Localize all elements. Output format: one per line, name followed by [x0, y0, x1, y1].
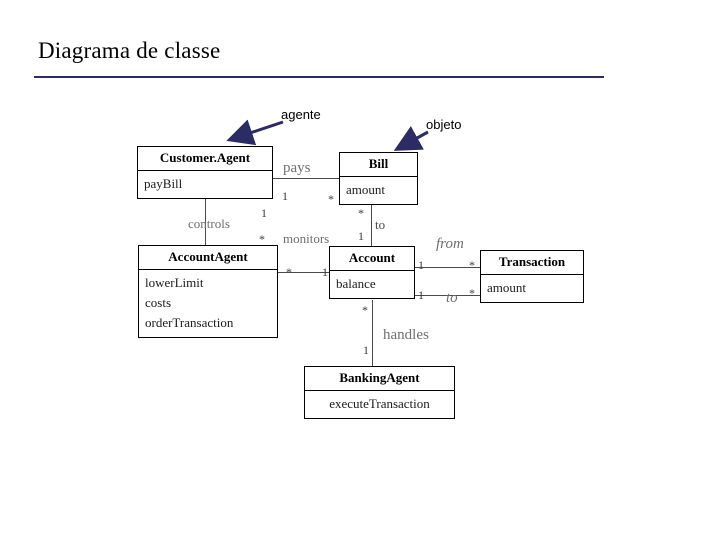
class-name-account-agent: AccountAgent	[139, 246, 277, 270]
mult-monitors-left: *	[286, 265, 292, 279]
assoc-label-controls: controls	[188, 216, 230, 231]
class-member: balance	[336, 276, 376, 291]
mult-from-right: *	[469, 258, 475, 272]
class-members-account: balance	[330, 271, 414, 298]
class-name-banking-agent: BankingAgent	[305, 367, 454, 391]
class-members-transaction: amount	[481, 275, 583, 302]
annotation-agente: agente	[281, 107, 321, 122]
class-box-account[interactable]: Account balance	[329, 246, 415, 300]
assoc-label-from: from	[436, 236, 464, 252]
assoc-line-handles	[372, 300, 373, 366]
class-name-transaction: Transaction	[481, 251, 583, 275]
assoc-label-handles: handles	[383, 327, 429, 343]
class-members-bill: amount	[340, 177, 417, 204]
class-box-bill[interactable]: Bill amount	[339, 152, 418, 206]
class-box-customer-agent[interactable]: Customer.Agent payBill	[137, 146, 273, 200]
class-box-account-agent[interactable]: AccountAgent lowerLimit costs orderTrans…	[138, 245, 278, 339]
mult-handles-top: *	[362, 303, 368, 317]
arrow-agente	[226, 119, 284, 146]
assoc-line-to-bill	[371, 200, 372, 246]
class-member: orderTransaction	[145, 315, 234, 331]
mult-to-tx-right: *	[469, 286, 475, 300]
mult-to-bill-bottom: 1	[358, 229, 364, 243]
class-box-transaction[interactable]: Transaction amount	[480, 250, 584, 304]
mult-to-bill-top: *	[358, 206, 364, 220]
mult-monitors-right: 1	[322, 265, 328, 279]
class-member: executeTransaction	[329, 396, 430, 411]
mult-handles-bottom: 1	[363, 343, 369, 357]
class-member: amount	[346, 182, 385, 197]
mult-pays-left: 1	[282, 189, 288, 203]
class-members-account-agent: lowerLimit costs orderTransaction	[139, 270, 277, 337]
class-members-banking-agent: executeTransaction	[305, 391, 454, 418]
assoc-label-to-transaction: to	[446, 290, 458, 306]
class-name-customer-agent: Customer.Agent	[138, 147, 272, 171]
assoc-label-pays: pays	[283, 160, 311, 176]
assoc-label-to-bill: to	[375, 217, 386, 232]
arrow-objeto	[393, 126, 429, 151]
mult-from-left: 1	[418, 258, 424, 272]
assoc-line-pays	[273, 178, 339, 179]
class-member: lowerLimit	[145, 275, 204, 290]
annotation-objeto: objeto	[426, 117, 462, 132]
mult-pays-right: *	[328, 192, 334, 206]
slide-canvas: Diagrama de classe agente objeto pays co…	[0, 0, 720, 540]
class-name-bill: Bill	[340, 153, 417, 177]
class-member: amount	[487, 280, 526, 295]
class-member: payBill	[144, 176, 183, 191]
mult-controls-top: 1	[261, 206, 267, 220]
assoc-label-monitors: monitors	[283, 231, 330, 246]
class-members-customer-agent: payBill	[138, 171, 272, 198]
page-title: Diagrama de classe	[38, 38, 221, 63]
mult-to-tx-left: 1	[418, 288, 424, 302]
class-member: costs	[145, 295, 171, 311]
title-divider	[34, 76, 604, 78]
class-box-banking-agent[interactable]: BankingAgent executeTransaction	[304, 366, 455, 420]
class-name-account: Account	[330, 247, 414, 271]
